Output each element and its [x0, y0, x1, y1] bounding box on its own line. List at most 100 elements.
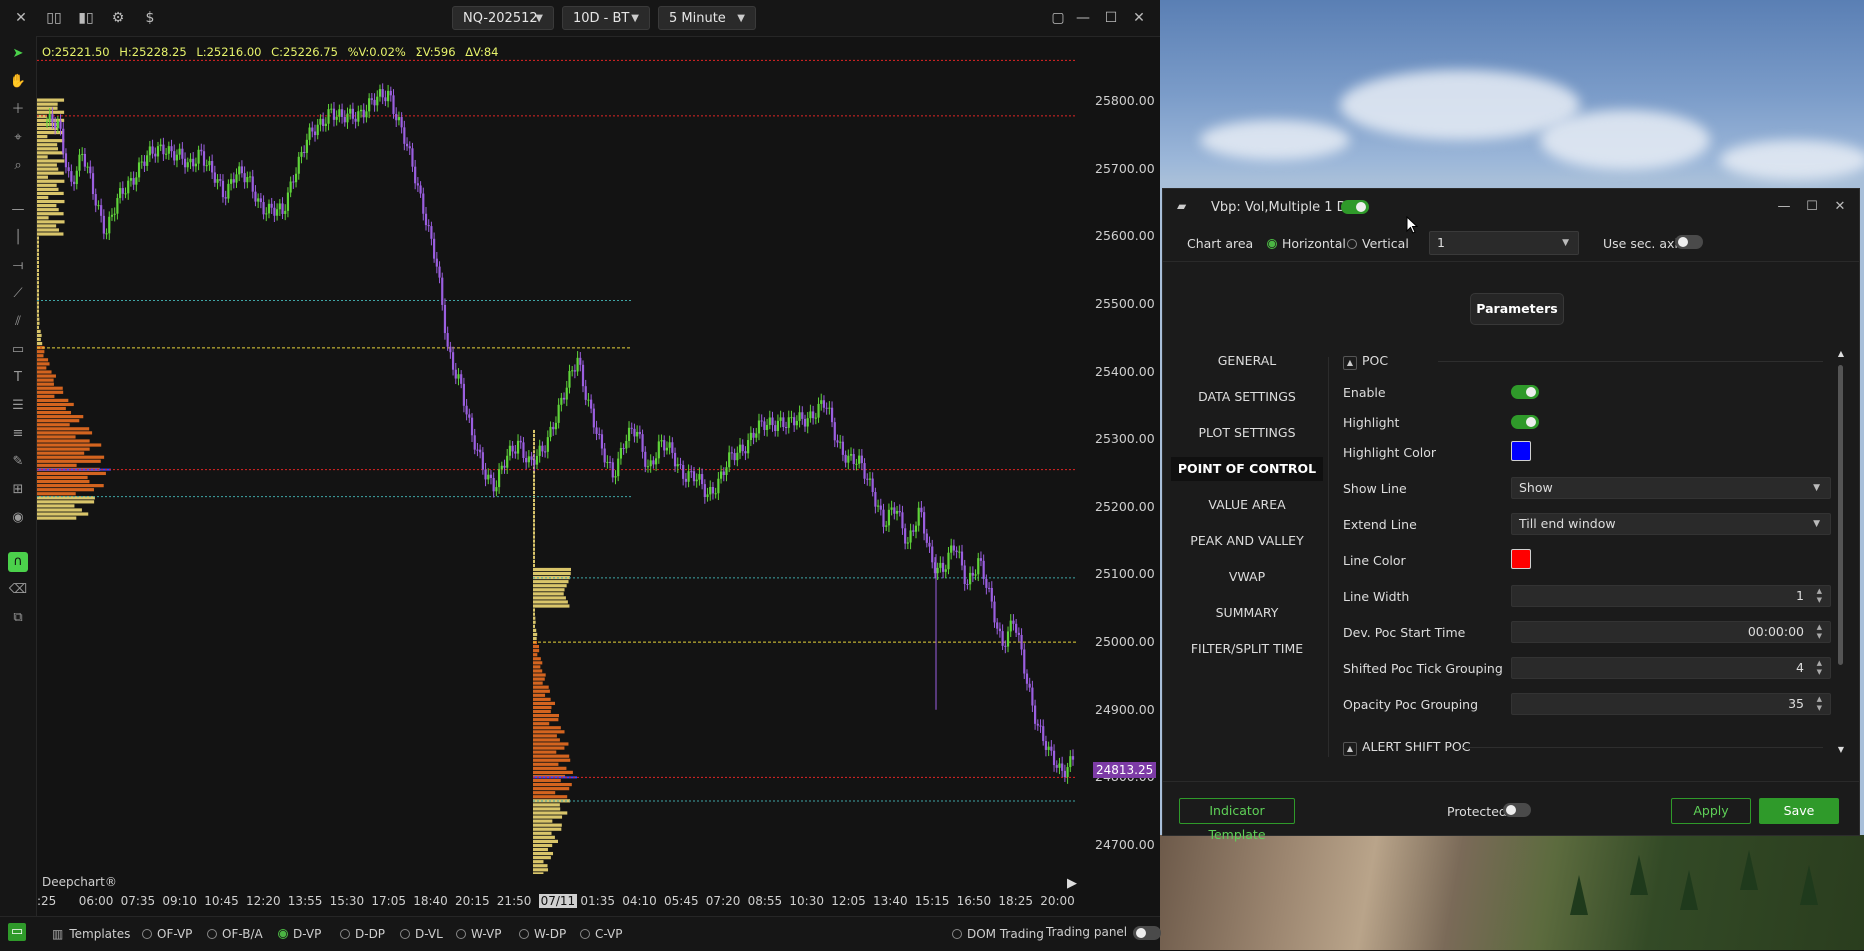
range-dropdown[interactable]: 10D - BT ▼	[562, 6, 650, 30]
close-window-icon[interactable]: ✕	[1129, 8, 1149, 28]
template-w-vp[interactable]: W-VP	[456, 927, 501, 941]
apply-button[interactable]: Apply	[1671, 798, 1751, 824]
maximize-icon[interactable]: ☐	[1803, 198, 1821, 216]
indicator-enabled-toggle[interactable]	[1341, 200, 1369, 214]
stepper-icon[interactable]: ▲ ▼	[1817, 587, 1822, 605]
text-icon[interactable]: T	[8, 368, 28, 388]
nav-item-filter-split-time[interactable]: FILTER/SPLIT TIME	[1171, 637, 1323, 661]
line-color-swatch[interactable]	[1511, 549, 1531, 569]
stepper-icon[interactable]: ▲ ▼	[1817, 695, 1822, 713]
template-of-vp[interactable]: OF-VP	[142, 927, 192, 941]
template-d-dp[interactable]: D-DP	[340, 927, 385, 941]
list-icon[interactable]: ≡	[8, 424, 28, 444]
crosshair-icon[interactable]: ＋	[8, 100, 28, 120]
protected-toggle[interactable]	[1503, 803, 1531, 817]
candle-body	[663, 440, 666, 451]
templates-button[interactable]: ▥ Templates	[52, 927, 130, 941]
scroll-up-icon[interactable]: ▲	[1836, 349, 1846, 361]
extend-line-select[interactable]: Till end window ▼	[1511, 513, 1831, 535]
candle-body	[1069, 756, 1072, 768]
scroll-thumb[interactable]	[1838, 365, 1843, 665]
eye-icon[interactable]: ◉	[8, 508, 28, 528]
layers-icon[interactable]: ⧉	[8, 608, 28, 628]
nav-item-vwap[interactable]: VWAP	[1171, 565, 1323, 589]
hand-icon[interactable]: ✋	[8, 72, 28, 92]
indicator-template-button[interactable]: Indicator Template	[1179, 798, 1295, 842]
symbol-dropdown[interactable]: NQ-202512 ▼	[452, 6, 554, 30]
template-c-vp[interactable]: C-VP	[580, 927, 622, 941]
opacity-poc-input[interactable]: 35 ▲ ▼	[1511, 693, 1831, 715]
horizontal-radio[interactable]: Horizontal	[1267, 236, 1346, 251]
layout-toggle-icon[interactable]: ▭	[8, 923, 26, 941]
profile-bar	[37, 370, 52, 374]
minimize-icon[interactable]: —	[1775, 198, 1793, 216]
poc-section-header[interactable]: ▲ POC	[1343, 353, 1823, 370]
nav-item-general[interactable]: GENERAL	[1171, 349, 1323, 373]
gear-icon[interactable]: ⚙	[108, 8, 128, 28]
profile-icon[interactable]: ⊞	[8, 480, 28, 500]
trading-panel-toggle[interactable]: Trading panel	[1046, 925, 1162, 940]
maximize-icon[interactable]: ☐	[1101, 8, 1121, 28]
stepper-icon[interactable]: ▲ ▼	[1817, 659, 1822, 677]
show-line-select[interactable]: Show ▼	[1511, 477, 1831, 499]
close-icon[interactable]: ✕	[1831, 198, 1849, 216]
nav-item-data-settings[interactable]: DATA SETTINGS	[1171, 385, 1323, 409]
nav-item-point-of-control[interactable]: POINT OF CONTROL	[1171, 457, 1323, 481]
close-icon[interactable]: ✕	[11, 8, 31, 28]
dom-trading-radio[interactable]: DOM Trading	[952, 927, 1044, 941]
profile-bar	[37, 273, 39, 277]
nav-item-summary[interactable]: SUMMARY	[1171, 601, 1323, 625]
candle-body	[86, 166, 89, 168]
channel-icon[interactable]: ⫽	[8, 312, 28, 332]
minimize-icon[interactable]: —	[1073, 8, 1093, 28]
alert-shift-poc-header[interactable]: ▲ ALERT SHIFT POC	[1343, 739, 1823, 756]
use-sec-axis-toggle[interactable]	[1675, 235, 1703, 249]
stepper-icon[interactable]: ▲ ▼	[1817, 623, 1822, 641]
brush-icon[interactable]: ✎	[8, 452, 28, 472]
measure-icon[interactable]: ⌖	[8, 128, 28, 148]
vertical-line-icon[interactable]: │	[8, 228, 28, 248]
save-button[interactable]: Save	[1759, 798, 1839, 824]
horizontal-line-icon[interactable]: —	[8, 200, 28, 220]
candle-body	[427, 225, 430, 227]
enable-toggle[interactable]	[1511, 385, 1539, 399]
template-w-dp[interactable]: W-DP	[519, 927, 566, 941]
price-axis[interactable]: 25800.00 25700.00 25600.00 25500.00 25400.00…	[1085, 44, 1160, 874]
toggle-switch[interactable]	[1133, 925, 1162, 940]
nav-item-plot-settings[interactable]: PLOT SETTINGS	[1171, 421, 1323, 445]
time-tick: 13:55	[287, 894, 323, 908]
highlight-color-swatch[interactable]	[1511, 441, 1531, 461]
time-axis[interactable]: :25 06:00 07:35 09:10 10:45 12:20 13:55 15:30 17…	[37, 894, 1085, 914]
vertical-radio[interactable]: Vertical	[1347, 236, 1409, 251]
magnet-icon[interactable]: ∩	[8, 552, 28, 572]
timeframe-dropdown[interactable]: 5 Minute ▼	[658, 6, 756, 30]
nav-item-value-area[interactable]: VALUE AREA	[1171, 493, 1323, 517]
play-icon[interactable]: ▶	[1067, 876, 1077, 891]
layout-icon[interactable]: ▢	[1048, 8, 1068, 28]
price-chart[interactable]	[37, 44, 1085, 874]
shifted-poc-input[interactable]: 4 ▲ ▼	[1511, 657, 1831, 679]
template-d-vl[interactable]: D-VL	[400, 927, 443, 941]
candle-body	[774, 425, 777, 431]
dialog-titlebar[interactable]: ▰ Vbp: Vol,Multiple 1 D — ☐ ✕	[1163, 189, 1859, 225]
scroll-down-icon[interactable]: ▼	[1836, 745, 1846, 757]
template-of-b-a[interactable]: OF-B/A	[207, 927, 263, 941]
highlight-toggle[interactable]	[1511, 415, 1539, 429]
pointer-icon[interactable]: ➤	[8, 44, 28, 64]
properties-scrollbar[interactable]: ▲ ▼	[1835, 349, 1847, 759]
chart-area-select[interactable]: 1 ▼	[1429, 231, 1579, 255]
dollar-icon[interactable]: $	[140, 8, 160, 28]
ray-icon[interactable]: ⟞	[8, 256, 28, 276]
eraser-icon[interactable]: ⌫	[8, 580, 28, 600]
bar-chart-icon[interactable]: ▮▯	[76, 8, 96, 28]
dev-poc-start-input[interactable]: 00:00:00 ▲ ▼	[1511, 621, 1831, 643]
zoom-icon[interactable]: ⌕	[8, 156, 28, 176]
trend-line-icon[interactable]: ⟋	[8, 284, 28, 304]
candles-icon[interactable]: ▯▯	[44, 8, 64, 28]
template-d-vp[interactable]: D-VP	[278, 927, 321, 941]
line-width-input[interactable]: 1 ▲ ▼	[1511, 585, 1831, 607]
rectangle-icon[interactable]: ▭	[8, 340, 28, 360]
nav-item-peak-and-valley[interactable]: PEAK AND VALLEY	[1171, 529, 1323, 553]
fib-icon[interactable]: ☰	[8, 396, 28, 416]
parameters-tab[interactable]: Parameters	[1470, 293, 1564, 325]
